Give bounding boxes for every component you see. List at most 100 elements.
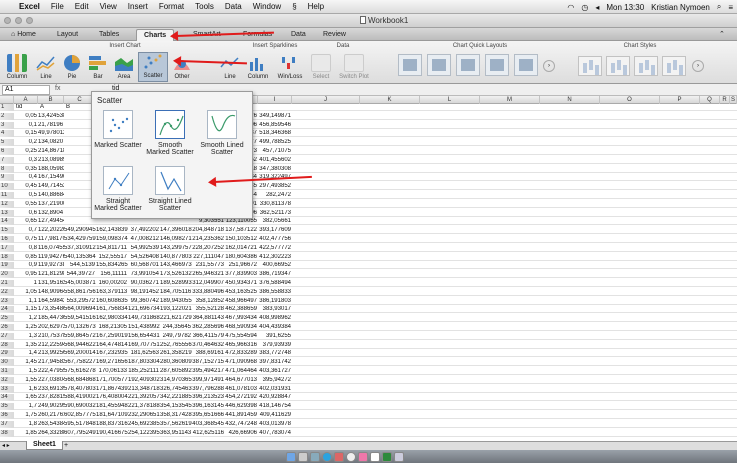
row-header[interactable]: 15 [0,227,14,235]
cell-d[interactable]: 176,408004 [96,394,128,401]
cell-f[interactable]: 249,79782 [160,333,192,340]
cell-i[interactable]: 418,146754 [258,403,292,410]
cell-d[interactable]: 160,00202 [96,280,128,287]
menu-window[interactable]: Window [253,2,281,11]
column-header-p[interactable]: P [660,96,700,104]
cell-g[interactable]: 333,880496 [192,289,225,296]
cell-i[interactable]: 457,71075 [258,148,292,155]
cell-i[interactable]: 499,788525 [258,139,292,146]
cell-e[interactable]: 181,62563 [128,350,160,357]
row-header[interactable]: 5 [0,139,14,147]
cell-d[interactable]: 171,700577 [96,377,128,384]
cell-c[interactable]: 544,5139 [64,262,96,269]
cell-i[interactable]: 408,998962 [258,315,292,322]
quick-layout-5[interactable] [514,54,538,76]
itunes-icon[interactable] [334,452,344,462]
cell-c[interactable]: 564,009694 [64,306,96,313]
cell-a[interactable]: 1,55 [14,377,38,384]
cell-reference-box[interactable]: A1 [2,85,50,95]
cell-e[interactable]: 37,492202 [128,227,160,234]
styles-more-icon[interactable]: › [692,60,704,72]
column-header-j[interactable]: J [292,96,360,104]
quick-layout-1[interactable] [398,54,422,76]
cell-a[interactable]: 0,45 [14,183,38,190]
cell-c[interactable]: 559,541516 [64,315,96,322]
cell-f[interactable]: 326,745463 [160,386,192,393]
sheet-nav-icon[interactable]: ◂ ▸ [2,442,10,449]
row-header[interactable]: 2 [0,112,14,120]
tab-review[interactable]: Review [316,29,353,41]
cell-b[interactable]: 119,927387 [38,262,64,269]
cell-b[interactable]: 249,902952 [38,403,64,410]
column-header-s[interactable]: S [730,96,737,104]
cell-e[interactable]: 232,290651 [128,412,160,419]
cell-h[interactable]: 432,747248 [225,421,258,428]
cell-h[interactable]: 464,677013 [225,377,258,384]
cell-b[interactable]: 137,219003 [38,201,64,208]
cell-g[interactable]: 387,152715 [192,359,225,366]
cell-a[interactable]: 0,75 [14,236,38,243]
menu-help[interactable]: Help [308,2,324,11]
row-header[interactable]: 34 [0,394,14,402]
sparkline-winloss-button[interactable]: Win/Loss [273,54,307,80]
tab-charts[interactable]: Charts [136,29,175,41]
ribbon-collapse-icon[interactable]: ⌃ ⚙ [712,29,737,50]
cell-g[interactable]: 396,163145 [192,403,225,410]
row-header[interactable]: 18 [0,253,14,261]
select-data-button[interactable]: Select [310,54,332,80]
chart-style-4[interactable] [662,56,686,76]
cell-i[interactable]: 401,455602 [258,157,292,164]
cell-d[interactable]: 164,474814 [96,342,128,349]
chart-style-3[interactable] [634,56,658,76]
cell-a[interactable]: 1,15 [14,306,38,313]
cell-g[interactable]: 399,971491 [192,377,225,384]
cell-f[interactable]: 184,705116 [160,289,192,296]
preview-icon[interactable] [298,452,308,462]
cell-e[interactable]: 73,991054 [128,271,160,278]
cell-a[interactable]: 0,6 [14,210,38,217]
tab-layout[interactable]: Layout [50,29,85,41]
volume-icon[interactable]: ◂ [595,3,599,12]
wifi-icon[interactable]: ◠ [567,3,574,12]
cell-f[interactable]: 358,317428 [160,412,192,419]
cell-a[interactable]: 1,6 [14,386,38,393]
cell-e[interactable]: 254,122395 [128,430,160,437]
menu-excel[interactable]: Excel [19,2,40,11]
cell-e[interactable]: 156,654431 [128,333,160,340]
clock-icon[interactable]: ◷ [581,3,588,12]
cell-b[interactable]: 13,424538 [38,113,64,120]
cell-a[interactable]: 1,75 [14,412,38,419]
cell-i[interactable]: 386,719347 [258,271,292,278]
cell-g[interactable]: 204,848718 [192,227,225,234]
cell-e[interactable]: 54,526408 [128,254,160,261]
cell-g[interactable]: 395,494217 [192,368,225,375]
cell-f[interactable]: 221,621729 [160,315,192,322]
cell-f[interactable]: 173,526132 [160,271,192,278]
cell-i[interactable]: 403,361727 [258,368,292,375]
cell-f[interactable]: 143,299757 [160,245,192,252]
cell-h[interactable]: 377,839903 [225,271,258,278]
column-header-a[interactable]: A [14,96,38,104]
cell-h[interactable]: 454,272192 [225,394,258,401]
cell-i[interactable]: 383,93017 [258,306,292,313]
straight-marked-scatter-option[interactable]: Straight Marked Scatter [94,166,142,212]
zoom-window-button[interactable] [26,17,33,24]
cell-e[interactable]: 192,409302 [128,377,160,384]
cell-c[interactable]: 575,616278 [64,368,96,375]
cell-a[interactable]: 0,65 [14,218,38,225]
cell-c[interactable]: 568,944622 [64,342,96,349]
cell-d[interactable]: 162,143839 [96,227,128,234]
cell-i[interactable]: 386,558833 [258,289,292,296]
row-header[interactable]: 24 [0,306,14,314]
list-icon[interactable]: ≡ [728,3,733,12]
cell-b[interactable]: 131,951625 [38,280,64,287]
cell-i[interactable]: 282,2472 [258,192,292,199]
cell-g[interactable]: 397,796288 [192,386,225,393]
minimize-window-button[interactable] [15,17,22,24]
cell-a[interactable]: 0,2 [14,139,38,146]
skype-icon[interactable] [322,452,332,462]
cell-a[interactable]: 1,85 [14,430,38,437]
cell-b[interactable]: 164,59842 [38,298,64,305]
layouts-more-icon[interactable]: › [543,60,555,72]
column-header-i[interactable]: I [258,96,292,104]
